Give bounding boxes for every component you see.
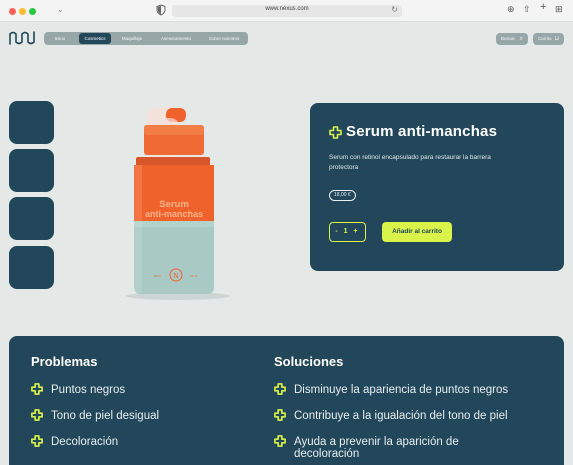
search-label: Buscar	[501, 36, 516, 41]
gallery-thumbnail-2[interactable]	[9, 149, 54, 192]
add-to-cart-button[interactable]: Añadir al carrito	[382, 222, 452, 242]
product-card: Serum anti-manchas Serum con retinol enc…	[310, 103, 564, 271]
search-icon: ⌕	[519, 36, 523, 42]
quantity-stepper[interactable]: - 1 +	[329, 222, 366, 242]
problem-item: Decoloración	[51, 436, 119, 448]
download-icon[interactable]: ⊕	[507, 4, 515, 14]
chevron-down-icon[interactable]: ⌄	[57, 5, 64, 14]
shield-icon[interactable]	[156, 4, 166, 16]
svg-text:1fl.oz: 1fl.oz	[190, 274, 198, 278]
share-icon[interactable]: ⇧	[523, 4, 531, 14]
problem-item: Puntos negros	[51, 384, 126, 396]
main-nav: Inicio Cosmetics Maquillaje Asesoramient…	[44, 32, 248, 45]
solutions-heading: Soluciones	[274, 354, 344, 369]
plus-cross-icon	[274, 409, 286, 421]
gallery-thumbnail-1[interactable]	[9, 101, 54, 144]
url-text: www.nexus.com	[265, 6, 309, 12]
maximize-window-button[interactable]	[29, 8, 36, 15]
problem-item: Tono de piel desigual	[51, 410, 160, 422]
gallery-thumbnail-3[interactable]	[9, 197, 54, 240]
reload-icon[interactable]: ↻	[391, 5, 398, 14]
plus-cross-icon	[31, 383, 43, 395]
nav-item-sobre-nosotros[interactable]: Sobre nosotros	[204, 33, 244, 44]
info-panel: Problemas Soluciones Puntos negros Tono …	[9, 336, 564, 465]
plus-cross-icon	[274, 383, 286, 395]
plus-cross-icon	[329, 126, 342, 139]
plus-cross-icon	[274, 435, 286, 447]
bottle-label-line2: anti-manchas	[145, 209, 203, 219]
tab-overview-icon[interactable]: ⊞	[555, 4, 563, 14]
search-button[interactable]: Buscar ⌕	[496, 33, 528, 45]
problems-heading: Problemas	[31, 354, 98, 369]
new-tab-icon[interactable]: +	[540, 2, 546, 13]
nav-item-asesoramiento[interactable]: Asesoramiento	[156, 33, 196, 44]
minimize-window-button[interactable]	[19, 8, 26, 15]
cart-icon: ⊔	[554, 36, 559, 42]
nav-item-maquillaje[interactable]: Maquillaje	[117, 33, 147, 44]
solution-item: Contribuye a la igualación del tono de p…	[294, 410, 508, 422]
nav-item-cosmetics[interactable]: Cosmetics	[79, 33, 111, 44]
cart-button[interactable]: Carrito ⊔	[533, 33, 564, 45]
svg-text:N: N	[173, 273, 178, 280]
product-image: N 30ml 1fl.oz Serum anti-manchas	[126, 107, 230, 300]
close-window-button[interactable]	[9, 8, 16, 15]
plus-cross-icon	[31, 435, 43, 447]
product-title: Serum anti-manchas	[346, 123, 498, 140]
browser-toolbar: ⌄ www.nexus.com ↻ ⊕ ⇧ + ⊞	[0, 0, 573, 22]
product-description: Serum con retinol encapsulado para resta…	[329, 154, 491, 171]
brand-logo[interactable]	[9, 31, 37, 45]
solution-item: Disminuye la apariencia de puntos negros	[294, 384, 509, 396]
gallery-thumbnail-4[interactable]	[9, 246, 54, 289]
svg-text:30ml: 30ml	[154, 274, 161, 278]
price-badge: 18,00 €	[329, 190, 356, 201]
address-bar[interactable]: www.nexus.com ↻	[172, 5, 402, 17]
nav-item-inicio[interactable]: Inicio	[49, 33, 71, 44]
plus-cross-icon	[31, 409, 43, 421]
solution-item: Ayuda a prevenir la aparición de decolor…	[294, 436, 459, 460]
cart-label: Carrito	[538, 36, 552, 41]
